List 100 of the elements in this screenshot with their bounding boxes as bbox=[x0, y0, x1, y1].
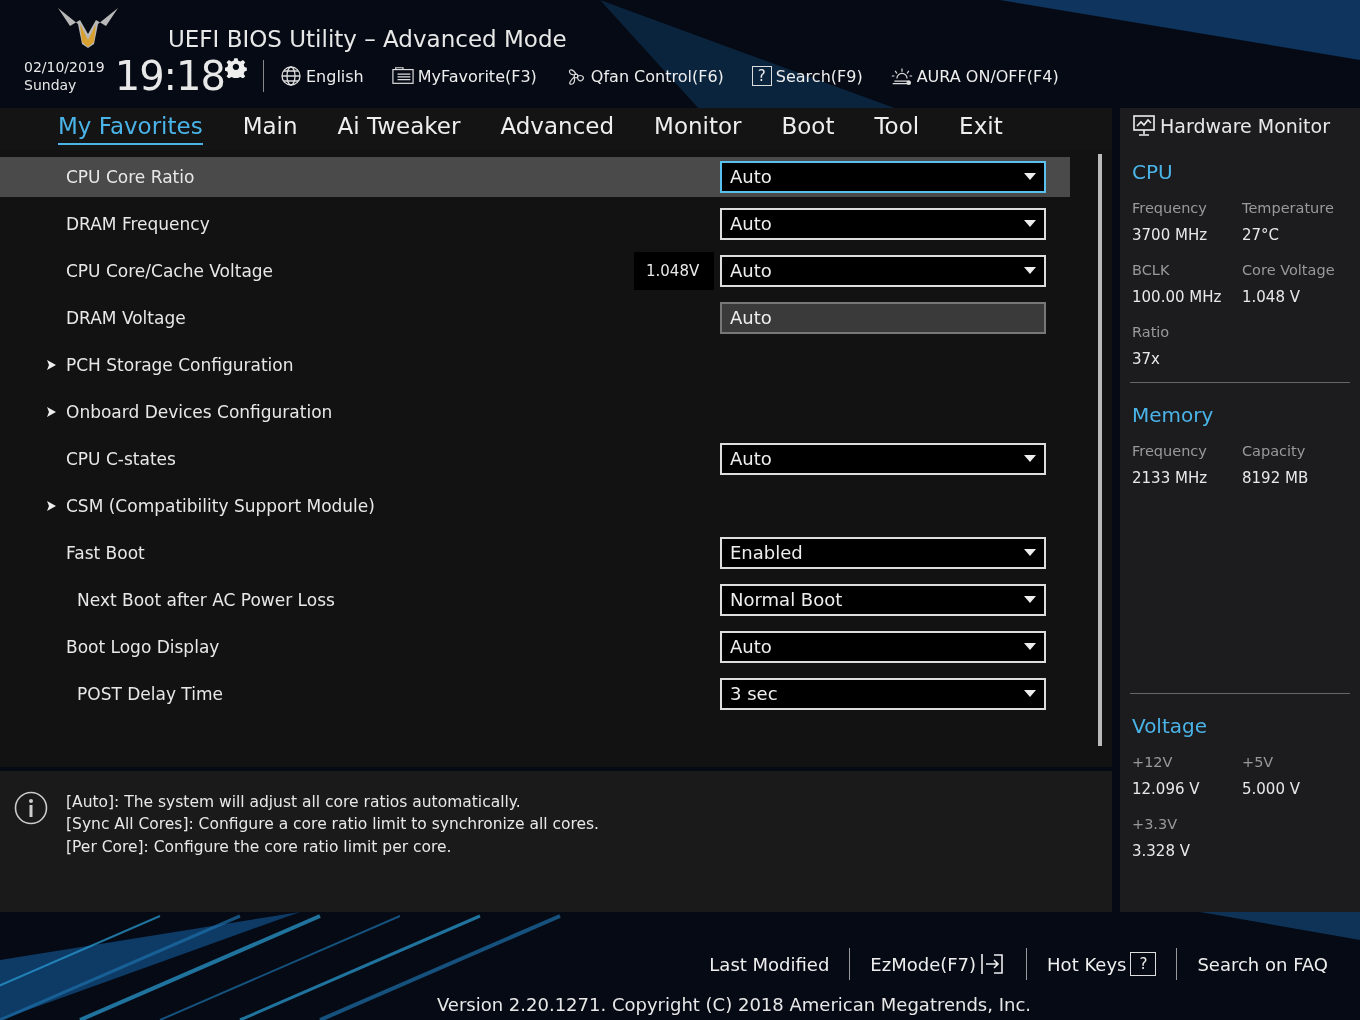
metric-value: 1.048 V bbox=[1242, 288, 1301, 306]
toolbar-button[interactable]: ? Search(F9) bbox=[751, 66, 863, 86]
setting-row[interactable]: CPU Core/Cache Voltage 1.048V Auto bbox=[0, 250, 1070, 291]
window-title: UEFI BIOS Utility – Advanced Mode bbox=[168, 26, 567, 52]
setting-row[interactable]: DRAM Frequency Auto bbox=[0, 203, 1070, 244]
metric-value: 37x bbox=[1132, 350, 1161, 368]
help-text: [Per Core]: Configure the core ratio limit per core. bbox=[66, 836, 453, 858]
arrow-icon bbox=[46, 406, 56, 417]
menu-tab[interactable]: Exit bbox=[959, 112, 1003, 145]
dropdown[interactable]: Normal Boot bbox=[720, 583, 1046, 616]
metric-label: +5V bbox=[1242, 754, 1275, 770]
section-title: CPU bbox=[1132, 160, 1174, 184]
arrow-icon bbox=[46, 359, 56, 370]
toolbar-button[interactable]: MyFavorite(F3) bbox=[391, 65, 537, 87]
monitor-icon bbox=[1132, 114, 1156, 138]
setting-label: Onboard Devices Configuration bbox=[66, 401, 334, 422]
version-text: Version 2.20.1271. Copyright (C) 2018 American Megatrends, Inc. bbox=[436, 994, 1032, 1015]
caret-icon bbox=[1024, 220, 1036, 228]
panel-title: Hardware Monitor bbox=[1160, 115, 1330, 137]
metric-label: Capacity bbox=[1242, 443, 1307, 459]
menu-tab[interactable]: Main bbox=[242, 112, 298, 145]
dropdown[interactable]: Auto bbox=[720, 254, 1046, 287]
list-icon bbox=[391, 65, 414, 87]
section-title: Voltage bbox=[1132, 714, 1209, 738]
setting-label: CPU Core Ratio bbox=[66, 166, 196, 187]
setting-label: Fast Boot bbox=[66, 542, 146, 563]
dropdown[interactable]: Auto bbox=[720, 442, 1046, 475]
setting-label: POST Delay Time bbox=[77, 683, 224, 704]
dropdown[interactable]: Auto bbox=[720, 160, 1046, 193]
metric-label: Core Voltage bbox=[1242, 262, 1336, 278]
caret-icon bbox=[1024, 267, 1036, 275]
section-title: Memory bbox=[1132, 403, 1215, 427]
menu-tab[interactable]: Monitor bbox=[654, 112, 742, 145]
setting-label: CSM (Compatibility Support Module) bbox=[66, 495, 376, 516]
clock-time: 19:18 bbox=[114, 56, 225, 96]
footer-link[interactable]: EzMode(F7) bbox=[850, 953, 1027, 975]
caret-icon bbox=[1024, 643, 1036, 651]
caret-icon bbox=[1024, 173, 1036, 181]
metric-label: Ratio bbox=[1132, 324, 1171, 340]
dropdown[interactable]: Enabled bbox=[720, 536, 1046, 569]
metric-label: +12V bbox=[1132, 754, 1174, 770]
metric-label: Frequency bbox=[1132, 443, 1208, 459]
setting-label: Boot Logo Display bbox=[66, 636, 221, 657]
toolbar-button[interactable]: Qfan Control(F6) bbox=[564, 65, 724, 87]
metric-value: 12.096 V bbox=[1132, 780, 1201, 798]
help-icon: ? bbox=[1130, 952, 1157, 976]
menu-tab[interactable]: Ai Tweaker bbox=[337, 112, 461, 145]
date-text: 02/10/2019 bbox=[24, 58, 105, 76]
setting-row[interactable]: Onboard Devices Configuration bbox=[0, 391, 1070, 432]
footer-link[interactable]: Search on FAQ bbox=[1177, 953, 1348, 975]
metric-label: Frequency bbox=[1132, 200, 1208, 216]
value-field: Auto bbox=[720, 301, 1046, 334]
toolbar-button[interactable]: English bbox=[280, 65, 364, 87]
setting-row[interactable]: Next Boot after AC Power Loss Normal Boot bbox=[0, 579, 1070, 620]
setting-label: CPU Core/Cache Voltage bbox=[66, 260, 275, 281]
setting-label: CPU C-states bbox=[66, 448, 177, 469]
dropdown[interactable]: Auto bbox=[720, 630, 1046, 663]
globe-icon bbox=[280, 65, 302, 87]
settings-icon[interactable] bbox=[225, 56, 247, 78]
light-icon bbox=[890, 65, 913, 87]
metric-value: 2133 MHz bbox=[1132, 469, 1209, 487]
metric-value: 5.000 V bbox=[1242, 780, 1301, 798]
dropdown[interactable]: 3 sec bbox=[720, 677, 1046, 710]
menu-tab[interactable]: Boot bbox=[781, 112, 835, 145]
day-text: Sunday bbox=[24, 76, 78, 94]
setting-label: DRAM Frequency bbox=[66, 213, 211, 234]
help-text: [Auto]: The system will adjust all core ratios automatically. bbox=[66, 791, 522, 813]
setting-label: PCH Storage Configuration bbox=[66, 354, 295, 375]
setting-row[interactable]: CPU Core Ratio Auto bbox=[0, 156, 1070, 197]
scrollbar[interactable] bbox=[1098, 153, 1102, 746]
arrow-icon bbox=[46, 500, 56, 511]
setting-row[interactable]: Boot Logo Display Auto bbox=[0, 626, 1070, 667]
voltage-reading: 1.048V bbox=[634, 251, 714, 290]
setting-row[interactable]: POST Delay Time 3 sec bbox=[0, 673, 1070, 714]
menu-tab[interactable]: Advanced bbox=[500, 112, 615, 145]
setting-row[interactable]: PCH Storage Configuration bbox=[0, 344, 1070, 385]
toolbar-button[interactable]: AURA ON/OFF(F4) bbox=[890, 65, 1059, 87]
menu-tab[interactable]: My Favorites bbox=[58, 112, 203, 145]
caret-icon bbox=[1024, 455, 1036, 463]
caret-icon bbox=[1024, 690, 1036, 698]
help-icon: ? bbox=[751, 66, 772, 86]
caret-icon bbox=[1024, 596, 1036, 604]
metric-value: 3.328 V bbox=[1132, 842, 1191, 860]
metric-value: 8192 MB bbox=[1242, 469, 1310, 487]
setting-row[interactable]: DRAM Voltage Auto bbox=[0, 297, 1070, 338]
setting-label: Next Boot after AC Power Loss bbox=[77, 589, 336, 610]
setting-row[interactable]: CPU C-states Auto bbox=[0, 438, 1070, 479]
info-icon bbox=[14, 790, 48, 825]
metric-label: +3.3V bbox=[1132, 816, 1179, 832]
footer-link[interactable]: Hot Keys ? bbox=[1027, 952, 1177, 976]
metric-label: Temperature bbox=[1242, 200, 1335, 216]
menu-tab[interactable]: Tool bbox=[874, 112, 920, 145]
setting-row[interactable]: Fast Boot Enabled bbox=[0, 532, 1070, 573]
metric-value: 3700 MHz bbox=[1132, 226, 1209, 244]
caret-icon bbox=[1024, 549, 1036, 557]
metric-value: 100.00 MHz bbox=[1132, 288, 1223, 306]
dropdown[interactable]: Auto bbox=[720, 207, 1046, 240]
setting-row[interactable]: CSM (Compatibility Support Module) bbox=[0, 485, 1070, 526]
footer-link[interactable]: Last Modified bbox=[689, 953, 850, 975]
setting-label: DRAM Voltage bbox=[66, 307, 187, 328]
